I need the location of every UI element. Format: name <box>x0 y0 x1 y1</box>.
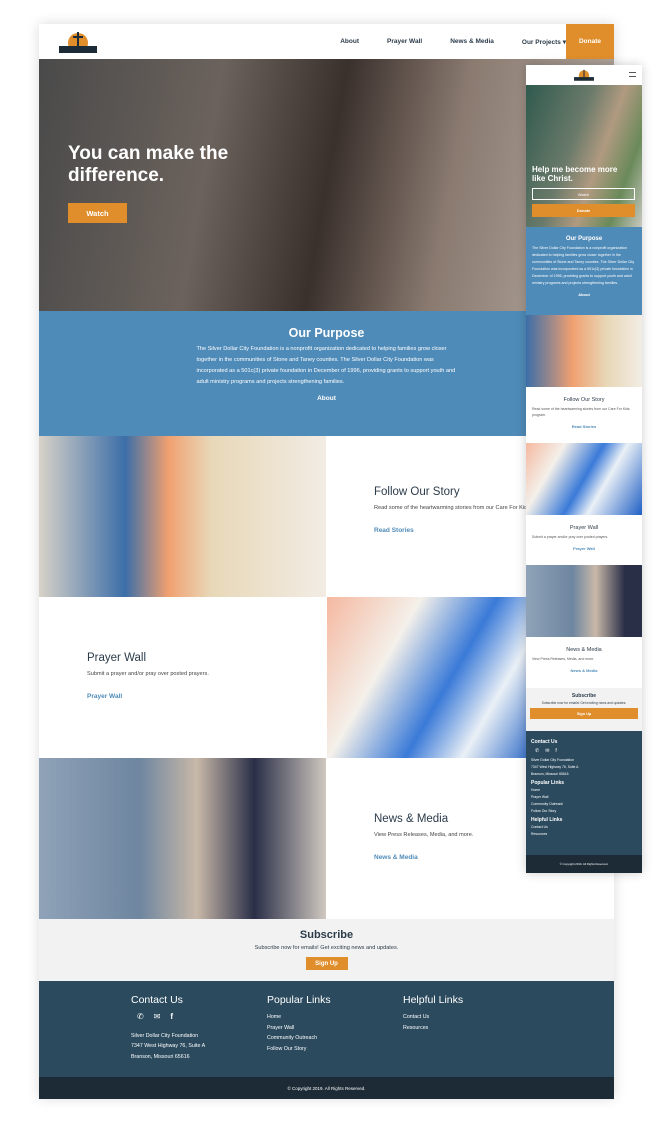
footer-link[interactable]: Contact Us <box>403 1012 463 1023</box>
prayer-body: Submit a prayer and/or pray over posted … <box>532 535 609 539</box>
email-icon[interactable]: ✉ <box>154 1012 171 1021</box>
prayer-title: Prayer Wall <box>87 652 146 664</box>
read-stories-link[interactable]: Read Stories <box>532 424 636 429</box>
nav-our-projects[interactable]: Our Projects ▾ <box>522 38 566 46</box>
address-line: Silver Dollar City Foundation <box>131 1032 199 1039</box>
address-line: Silver Dollar City Foundation <box>531 758 574 762</box>
subscribe-body: Subscribe now for emails! Get exciting n… <box>541 701 627 705</box>
purpose-body: The Silver Dollar City Foundation is a n… <box>196 346 456 385</box>
footer-link[interactable]: Community Outreach <box>267 1033 331 1044</box>
hero-title: You can make the difference. <box>68 143 229 186</box>
story-body: Read some of the heartwarming stories fr… <box>532 407 630 417</box>
purpose-title: Our Purpose <box>565 236 603 242</box>
prayer-title: Prayer Wall <box>569 525 599 531</box>
navbar: About Prayer Wall News & Media Our Proje… <box>39 24 614 59</box>
address-line: Branson, Missouri 65616 <box>131 1053 190 1060</box>
news-media-link[interactable]: News & Media <box>532 668 636 673</box>
phone-icon[interactable]: ✆ <box>535 748 545 754</box>
facebook-icon[interactable]: f <box>555 748 562 754</box>
popular-links-title: Popular Links <box>531 780 565 786</box>
kids-photo <box>39 436 326 597</box>
hamburger-menu-icon[interactable] <box>629 72 636 77</box>
phone-icon[interactable]: ✆ <box>137 1012 154 1021</box>
mobile-hero-title: Help me become more like Christ. <box>532 165 618 183</box>
painted-wall-photo <box>526 443 642 515</box>
mobile-watch-button[interactable]: Watch <box>532 188 635 200</box>
subscribe-title: Subscribe <box>571 693 597 699</box>
facebook-icon[interactable]: f <box>170 1012 183 1021</box>
copyright: © Copyright 2019. All Rights Reserved. <box>526 855 642 873</box>
mobile-hero: Help me become more like Christ. Watch D… <box>526 85 642 227</box>
mobile-header <box>526 65 642 85</box>
news-title: News & Media <box>566 647 602 653</box>
teacher-student-photo <box>39 758 326 919</box>
address-line: Branson, Missouri 65616 <box>531 772 569 776</box>
footer-link[interactable]: Prayer Wall <box>267 1023 331 1034</box>
footer-link[interactable]: Community Outreach <box>531 801 637 808</box>
nav-prayer-wall[interactable]: Prayer Wall <box>387 38 422 45</box>
story-title: Follow Our Story <box>563 397 605 403</box>
copyright: © Copyright 2019. All Rights Reserved. <box>39 1077 614 1099</box>
sign-up-button[interactable]: Sign Up <box>530 708 638 719</box>
email-icon[interactable]: ✉ <box>545 748 555 754</box>
prayer-body: Submit a prayer and/or pray over posted … <box>87 671 209 677</box>
subscribe-body: Subscribe now for emails! Get exciting n… <box>254 945 399 951</box>
watch-button[interactable]: Watch <box>68 203 127 223</box>
foundation-logo[interactable] <box>573 68 595 82</box>
popular-links-title: Popular Links <box>267 994 331 1006</box>
about-link[interactable]: About <box>532 292 636 297</box>
footer-link[interactable]: Resources <box>403 1023 463 1034</box>
footer-link[interactable]: Prayer Wall <box>531 794 637 801</box>
mobile-subscribe: Subscribe Subscribe now for emails! Get … <box>526 688 642 731</box>
footer-link[interactable]: Home <box>267 1012 331 1023</box>
footer-link[interactable]: Follow Our Story <box>267 1044 331 1055</box>
prayer-wall-link[interactable]: Prayer Wall <box>532 546 636 551</box>
helpful-links-title: Helpful Links <box>531 817 563 823</box>
address-line: 7347 West Highway 76, Suite A <box>131 1043 206 1049</box>
contact-title: Contact Us <box>131 994 183 1006</box>
prayer-wall-link[interactable]: Prayer Wall <box>87 693 327 700</box>
helpful-links-title: Helpful Links <box>403 994 464 1006</box>
footer: Contact Us ✆✉f Silver Dollar City Founda… <box>39 981 614 1077</box>
footer-link[interactable]: Follow Our Story <box>531 808 637 815</box>
sign-up-button[interactable]: Sign Up <box>305 957 348 970</box>
nav-news-media[interactable]: News & Media <box>450 38 494 45</box>
footer-link[interactable]: Contact Us <box>531 824 637 831</box>
contact-title: Contact Us <box>531 739 558 745</box>
mobile-page: Help me become more like Christ. Watch D… <box>526 65 642 873</box>
donate-button[interactable]: Donate <box>566 24 614 59</box>
mobile-footer: Contact Us ✆✉f Silver Dollar City Founda… <box>526 731 642 855</box>
teacher-student-photo <box>526 565 642 637</box>
news-body: View Press Releases, Media, and more. <box>532 657 595 661</box>
nav-about[interactable]: About <box>340 38 359 45</box>
mobile-purpose: Our Purpose The Silver Dollar City Found… <box>526 227 642 315</box>
subscribe-title: Subscribe <box>299 929 354 941</box>
purpose-body: The Silver Dollar City Foundation is a n… <box>532 246 635 285</box>
foundation-logo[interactable] <box>57 30 99 54</box>
footer-link[interactable]: Home <box>531 787 637 794</box>
mobile-donate-button[interactable]: Donate <box>532 204 635 217</box>
address-line: 7347 West Highway 76, Suite A <box>531 765 579 769</box>
subscribe-section: Subscribe Subscribe now for emails! Get … <box>39 919 614 981</box>
kids-photo <box>526 315 642 387</box>
footer-link[interactable]: Resources <box>531 831 637 838</box>
